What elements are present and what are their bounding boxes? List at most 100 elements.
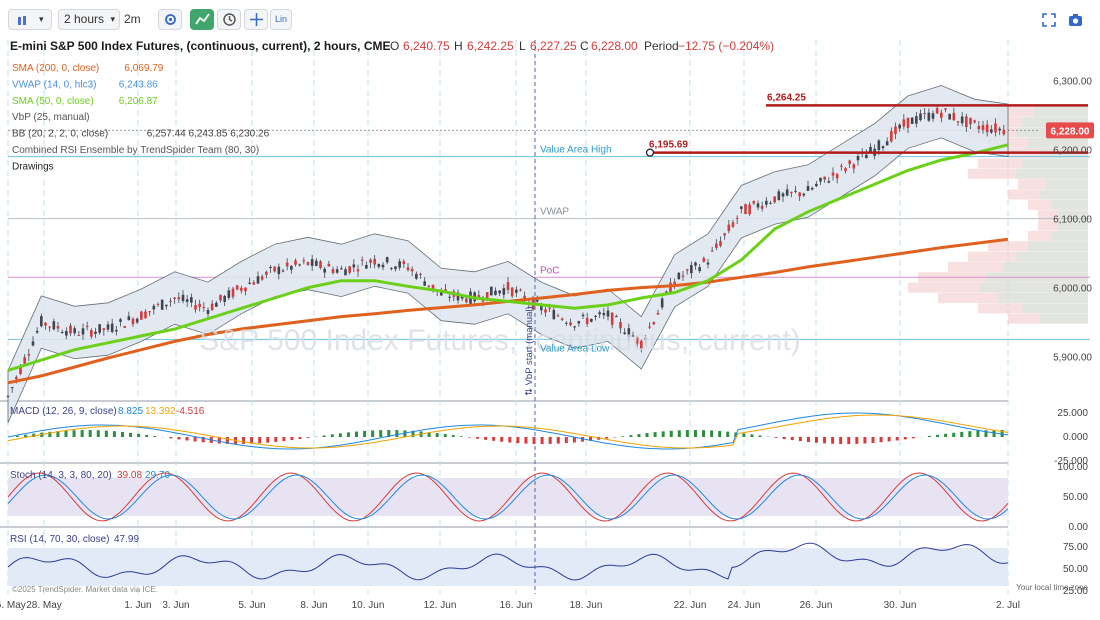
candle-body [706,262,710,265]
candle-body [519,289,522,291]
candle-body [731,222,735,227]
candle-body [410,268,414,272]
ohlc-o-label: O [390,39,399,53]
stoch-axis-tick: 50.00 [1063,492,1088,503]
macd-histogram-bar [492,437,496,441]
candle-body [877,140,881,151]
candle-body [502,288,506,295]
volume-profile-bar [1034,106,1088,117]
candle-body [177,297,181,300]
indicator-label: BB (20, 2, 2, 0, close) [12,129,108,140]
candle-body [802,193,806,196]
macd-histogram-bar [976,430,980,437]
candle-body [765,200,768,205]
candle-body [6,395,10,397]
candle-body [381,264,385,268]
candle-body [927,112,931,121]
macd-histogram-bar [137,433,141,437]
candle-body [827,181,831,183]
candle-body [715,243,718,248]
candle-body [265,271,268,275]
macd-value: 8.825 [118,406,143,417]
candle-body [127,316,131,320]
volume-profile-bar [1004,261,1088,272]
candle-body [252,282,256,285]
candle-body [169,300,172,302]
macd-histogram-bar [629,435,633,437]
macd-histogram-bar [451,435,455,437]
macd-histogram-bar [96,430,100,437]
candle-body [244,287,247,292]
macd-histogram-bar [363,430,367,437]
candle-body [344,269,347,276]
pane-divider [0,462,1008,464]
candle-body [756,203,760,208]
x-axis-tick: 10. Jun [352,600,385,611]
candle-body [465,298,468,303]
x-axis-tick: 2. Jul [996,600,1020,611]
candle-body [677,272,681,280]
price-axis-tick: 6,100.00 [1053,215,1092,226]
macd-histogram-bar [621,436,625,437]
volume-profile-bar [1016,168,1088,179]
macd-histogram-bar [677,430,681,437]
macd-histogram-bar [185,437,189,441]
candle-body [423,281,426,286]
candle-body [119,319,122,322]
macd-histogram-bar [831,437,835,444]
candle-body [115,329,118,332]
current-price-value: 6,228.00 [1051,126,1090,137]
ohlc-period-label: Period [644,39,679,53]
macd-histogram-bar [443,434,447,437]
rsi-value: 47.99 [114,534,139,545]
stoch-band [8,478,1008,516]
macd-histogram-bar [895,437,899,441]
macd-histogram-bar [911,437,915,439]
candle-body [190,297,193,303]
candle-body [748,204,751,215]
candle-body [148,311,151,313]
macd-histogram-bar [112,431,116,437]
candle-body [560,318,564,321]
candle-body [290,265,293,270]
candle-body [240,287,243,291]
candle-body [327,263,331,267]
candle-body [85,325,89,327]
macd-histogram-bar [322,435,326,437]
macd-histogram-bar [16,435,20,437]
candle-body [885,141,889,146]
pane-divider [0,400,1008,402]
macd-histogram-bar [693,430,697,437]
candle-body [852,164,856,169]
candle-body [610,312,614,325]
candle-body [323,268,326,273]
chart-canvas[interactable]: S&P 500 Index Futures, (continuous, curr… [0,0,1100,620]
price-axis-tick: 6,300.00 [1053,77,1092,88]
candle-body [356,269,360,272]
candle-body [90,330,93,337]
macd-histogram-bar [750,434,754,437]
indicator-label: VbP (25, manual) [12,112,90,123]
macd-histogram-bar [379,430,383,437]
candle-body [823,176,826,180]
macd-histogram-bar [371,430,375,437]
macd-histogram-bar [540,437,544,444]
candle-body [819,177,822,182]
candle-body [923,113,926,115]
macd-histogram-bar [298,437,302,439]
macd-histogram-bar [484,437,488,440]
indicator-value: 6,069.79 [124,63,163,74]
candle-body [985,124,989,133]
candle-body [23,357,26,364]
candle-body [881,146,885,149]
candle-body [602,312,606,316]
macd-histogram-bar [564,437,568,444]
candle-body [352,264,356,268]
candle-body [960,116,964,124]
macd-histogram-bar [508,437,512,443]
candle-body [510,287,514,297]
candle-body [98,324,101,333]
macd-histogram-bar [839,437,843,444]
macd-histogram-bar [774,437,778,438]
macd-histogram-bar [153,436,157,437]
